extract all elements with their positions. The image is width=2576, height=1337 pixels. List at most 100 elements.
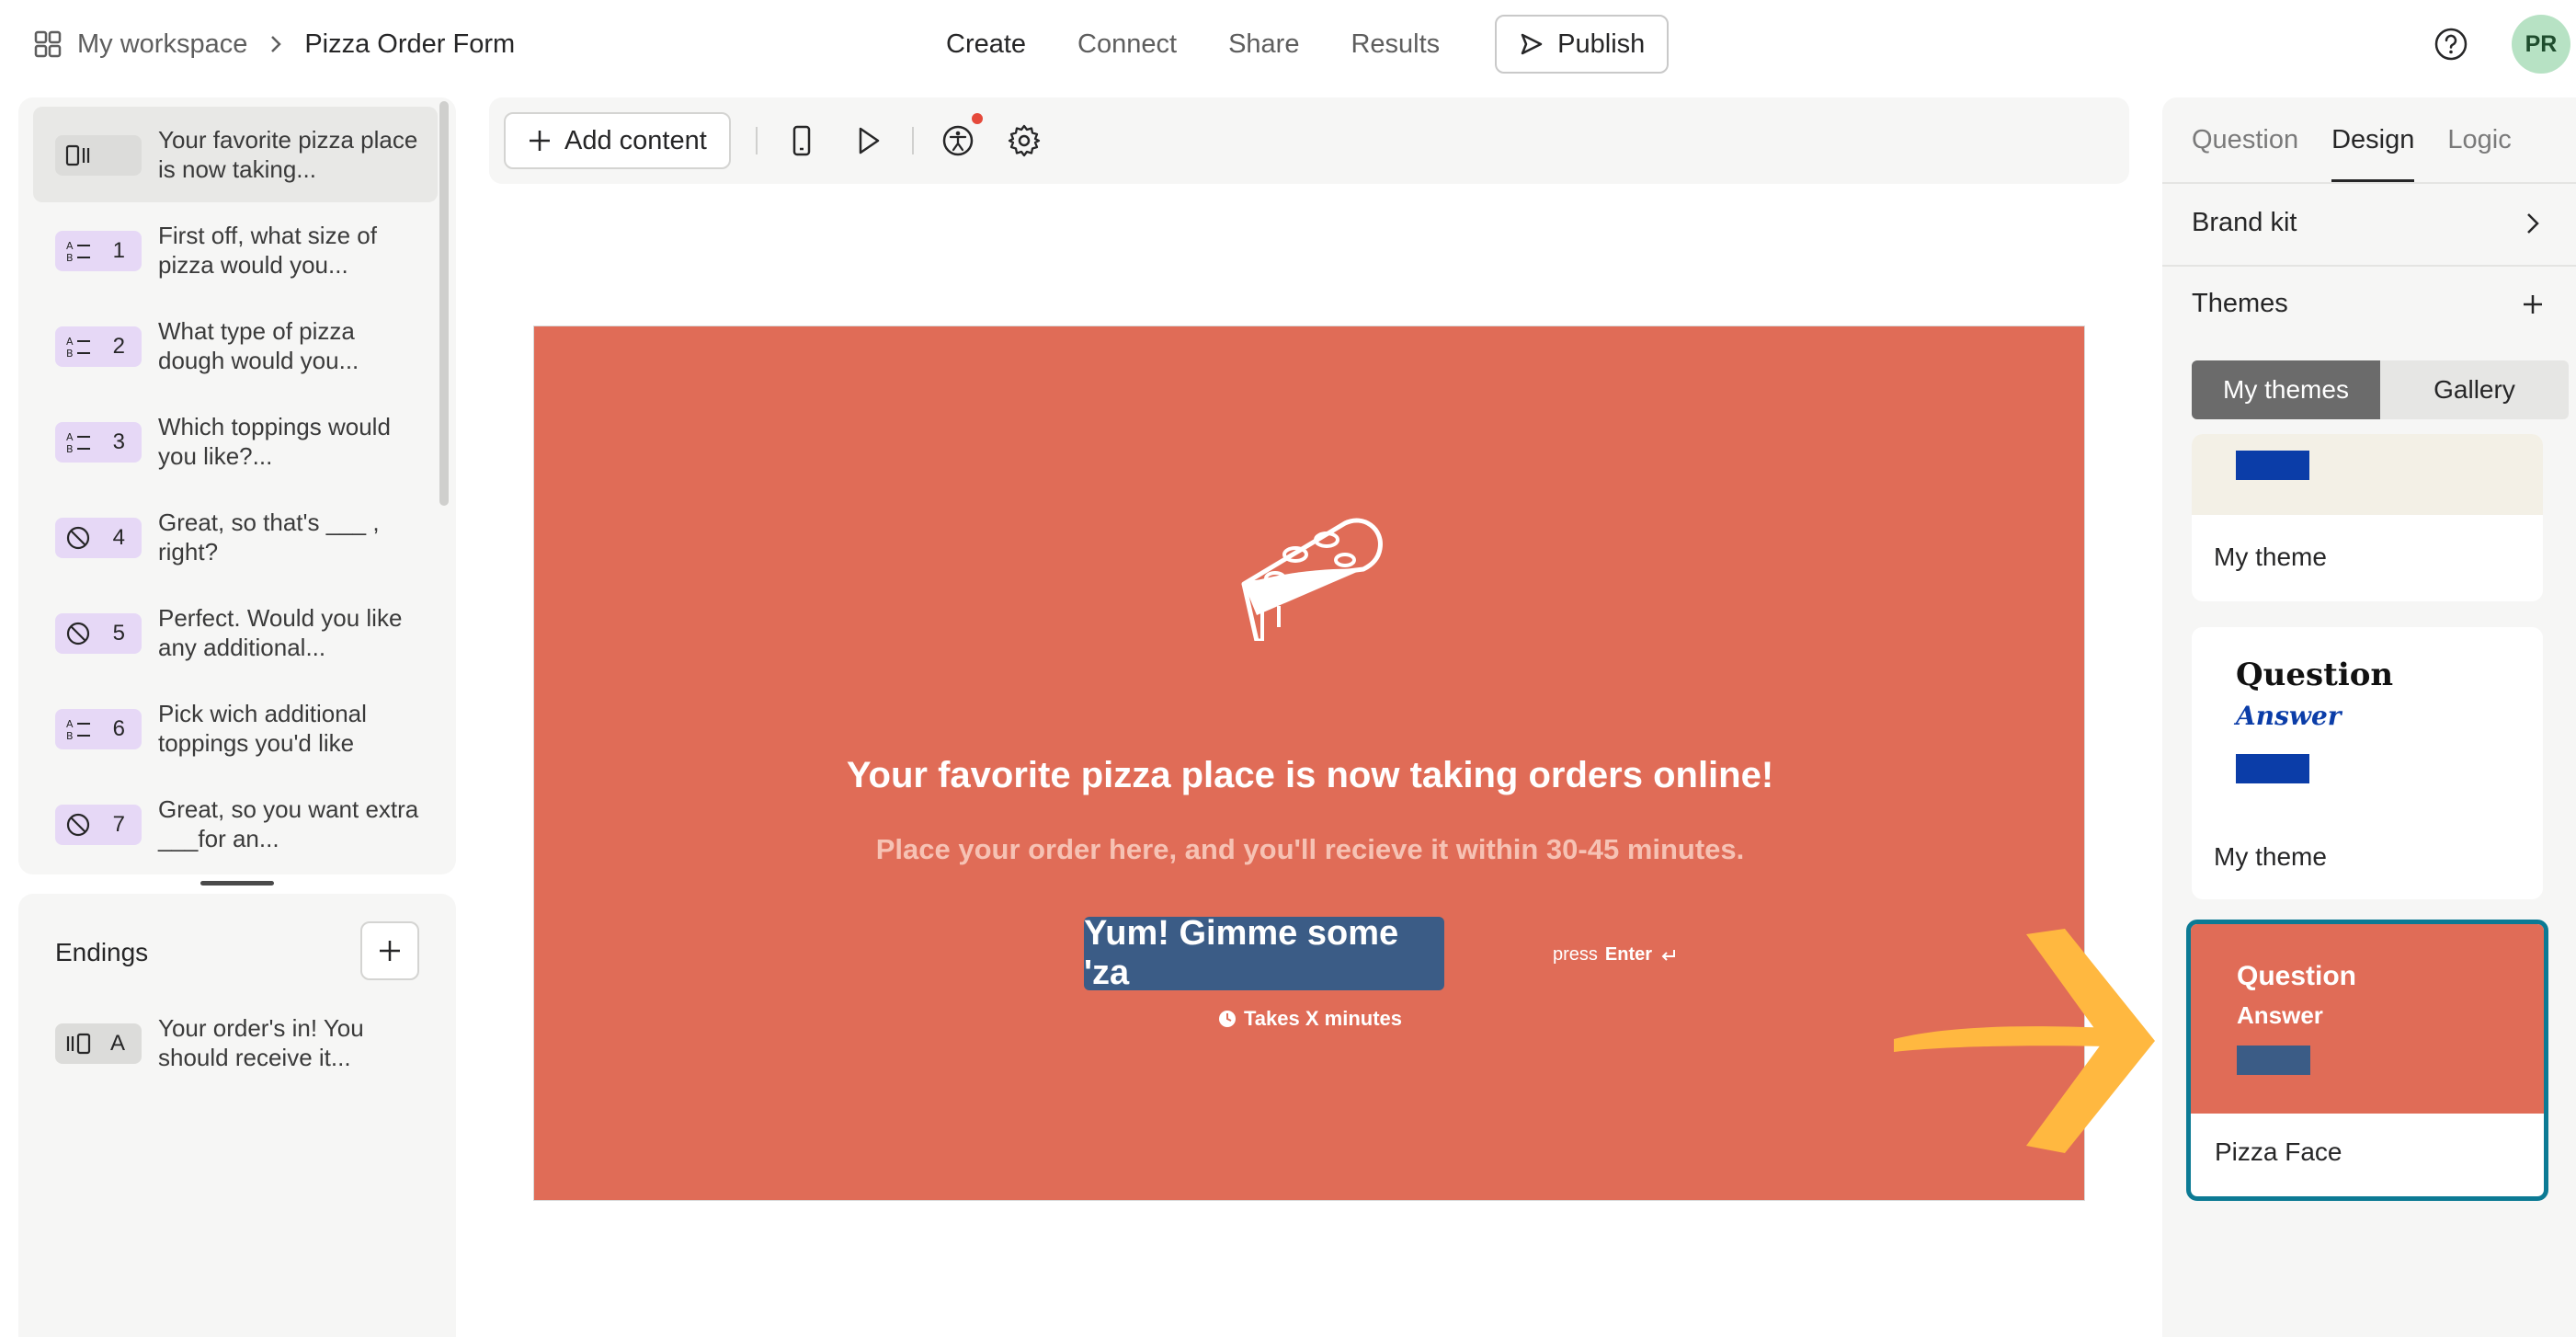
question-number: 3 (112, 429, 125, 454)
press-label: press (1553, 944, 1598, 965)
notification-dot (972, 113, 983, 124)
workspace-grid-icon[interactable] (33, 29, 63, 59)
theme-preview (2192, 434, 2543, 515)
panel-resize-handle[interactable] (200, 881, 274, 886)
nav-connect[interactable]: Connect (1077, 29, 1177, 60)
svg-text:B: B (66, 252, 74, 264)
theme-button-swatch (2237, 1046, 2310, 1075)
my-themes-toggle[interactable]: My themes (2192, 360, 2380, 419)
question-number: 1 (112, 238, 125, 263)
workspace-link[interactable]: My workspace (77, 29, 247, 60)
list-item[interactable]: A B 6 Pick wich additional toppings you'… (33, 680, 438, 776)
welcome-screen-icon (65, 144, 90, 166)
yes-no-icon (66, 526, 90, 550)
tabs-divider (2162, 182, 2576, 184)
theme-name: My theme (2214, 842, 2327, 871)
welcome-screen-preview[interactable]: Your favorite pizza place is now taking … (533, 326, 2085, 1201)
tab-question[interactable]: Question (2192, 125, 2298, 182)
mobile-preview-icon[interactable] (783, 122, 820, 159)
yes-no-icon (66, 622, 90, 646)
question-badge: A B 2 (55, 326, 142, 367)
help-icon[interactable] (2434, 27, 2468, 62)
tab-design[interactable]: Design (2331, 125, 2415, 182)
welcome-title[interactable]: Your favorite pizza place is now taking … (534, 755, 2086, 796)
annotation-arrow-icon (1894, 929, 2155, 1153)
list-item[interactable]: 7 Great, so you want extra ___for an... (33, 776, 438, 872)
theme-preview: Question Answer (2192, 627, 2543, 820)
question-badge: A B 6 (55, 709, 142, 749)
multiple-choice-icon: A B (66, 240, 90, 264)
theme-card[interactable]: My theme (2192, 434, 2543, 601)
start-button[interactable]: Yum! Gimme some 'za (1084, 914, 1444, 992)
tab-logic[interactable]: Logic (2447, 125, 2511, 182)
list-item[interactable]: A B 3 Which toppings would you like?... (33, 394, 438, 489)
main-nav: Create Connect Share Results Publish (946, 15, 1670, 74)
time-to-complete: Takes X minutes (534, 1007, 2086, 1031)
add-content-button[interactable]: Add content (504, 112, 731, 169)
time-to-complete-label: Takes X minutes (1244, 1007, 1402, 1030)
question-text: What type of pizza dough would you... (158, 317, 359, 374)
question-number: 6 (112, 716, 125, 741)
theme-name: My theme (2214, 543, 2327, 571)
toolbar-divider (912, 127, 914, 154)
clock-icon (1219, 1011, 1236, 1027)
chevron-right-icon (269, 35, 282, 53)
publish-button[interactable]: Publish (1495, 15, 1670, 74)
ending-item[interactable]: A Your order's in! You should receive it… (33, 995, 438, 1091)
panel-tabs: Question Design Logic (2192, 125, 2512, 182)
question-number: 7 (112, 812, 125, 837)
send-icon (1521, 33, 1543, 55)
list-item[interactable]: A B 1 First off, what size of pizza woul… (33, 202, 438, 298)
pizza-slice-icon (1241, 518, 1383, 641)
themes-label: Themes (2192, 289, 2288, 318)
list-item[interactable]: 5 Perfect. Would you like any additional… (33, 585, 438, 680)
themes-row: Themes (2192, 289, 2547, 319)
question-badge: 7 (55, 805, 142, 845)
brand-kit-row[interactable]: Brand kit (2192, 208, 2547, 238)
list-item[interactable]: A B 2 What type of pizza dough would you… (33, 298, 438, 394)
add-theme-plus-icon[interactable] (2519, 291, 2547, 318)
svg-text:A: A (66, 336, 74, 348)
question-text: Great, so that's ___ , right? (158, 509, 380, 566)
question-list-scrollbar[interactable] (439, 101, 449, 506)
theme-card-selected[interactable]: Question Answer Pizza Face (2186, 920, 2548, 1201)
play-icon[interactable] (849, 122, 886, 159)
svg-text:A: A (66, 718, 74, 730)
nav-share[interactable]: Share (1228, 29, 1299, 60)
form-name[interactable]: Pizza Order Form (304, 29, 515, 60)
list-item[interactable]: 4 Great, so that's ___ , right? (33, 489, 438, 585)
question-list: Your favorite pizza place is now taking.… (33, 107, 438, 872)
svg-text:B: B (66, 348, 74, 360)
add-content-label: Add content (564, 125, 707, 155)
editor-toolbar: Add content (489, 97, 2129, 184)
add-ending-button[interactable] (360, 921, 419, 980)
theme-card[interactable]: Question Answer My theme (2192, 627, 2543, 899)
ending-letter: A (109, 1031, 125, 1056)
question-list-panel: Your favorite pizza place is now taking.… (18, 97, 456, 874)
toolbar-divider (756, 127, 758, 154)
question-badge: A B 3 (55, 422, 142, 463)
settings-gear-icon[interactable] (1006, 122, 1043, 159)
question-badge: 4 (55, 518, 142, 558)
endings-title: Endings (55, 938, 149, 966)
theme-name: Pizza Face (2215, 1137, 2342, 1166)
row-divider (2162, 265, 2576, 267)
enter-key-icon (1661, 949, 1676, 961)
theme-button-swatch (2236, 754, 2309, 783)
svg-text:B: B (66, 730, 74, 742)
ending-text: Your order's in! You should receive it..… (158, 1014, 364, 1071)
press-enter-hint: press Enter (1553, 944, 1678, 966)
nav-create[interactable]: Create (946, 29, 1026, 60)
top-bar: My workspace Pizza Order Form Create Con… (0, 0, 2576, 92)
gallery-toggle[interactable]: Gallery (2380, 360, 2569, 419)
plus-icon (380, 941, 400, 961)
accessibility-icon[interactable] (940, 122, 976, 159)
nav-results[interactable]: Results (1351, 29, 1440, 60)
list-item[interactable]: Your favorite pizza place is now taking.… (33, 107, 438, 202)
theme-preview: Question Answer (2191, 924, 2544, 1114)
avatar[interactable]: PR (2512, 15, 2570, 74)
enter-label: Enter (1604, 944, 1653, 965)
theme-question-sample: Question (2237, 961, 2357, 991)
question-number: 5 (112, 621, 125, 646)
welcome-subtitle[interactable]: Place your order here, and you'll reciev… (534, 833, 2086, 866)
